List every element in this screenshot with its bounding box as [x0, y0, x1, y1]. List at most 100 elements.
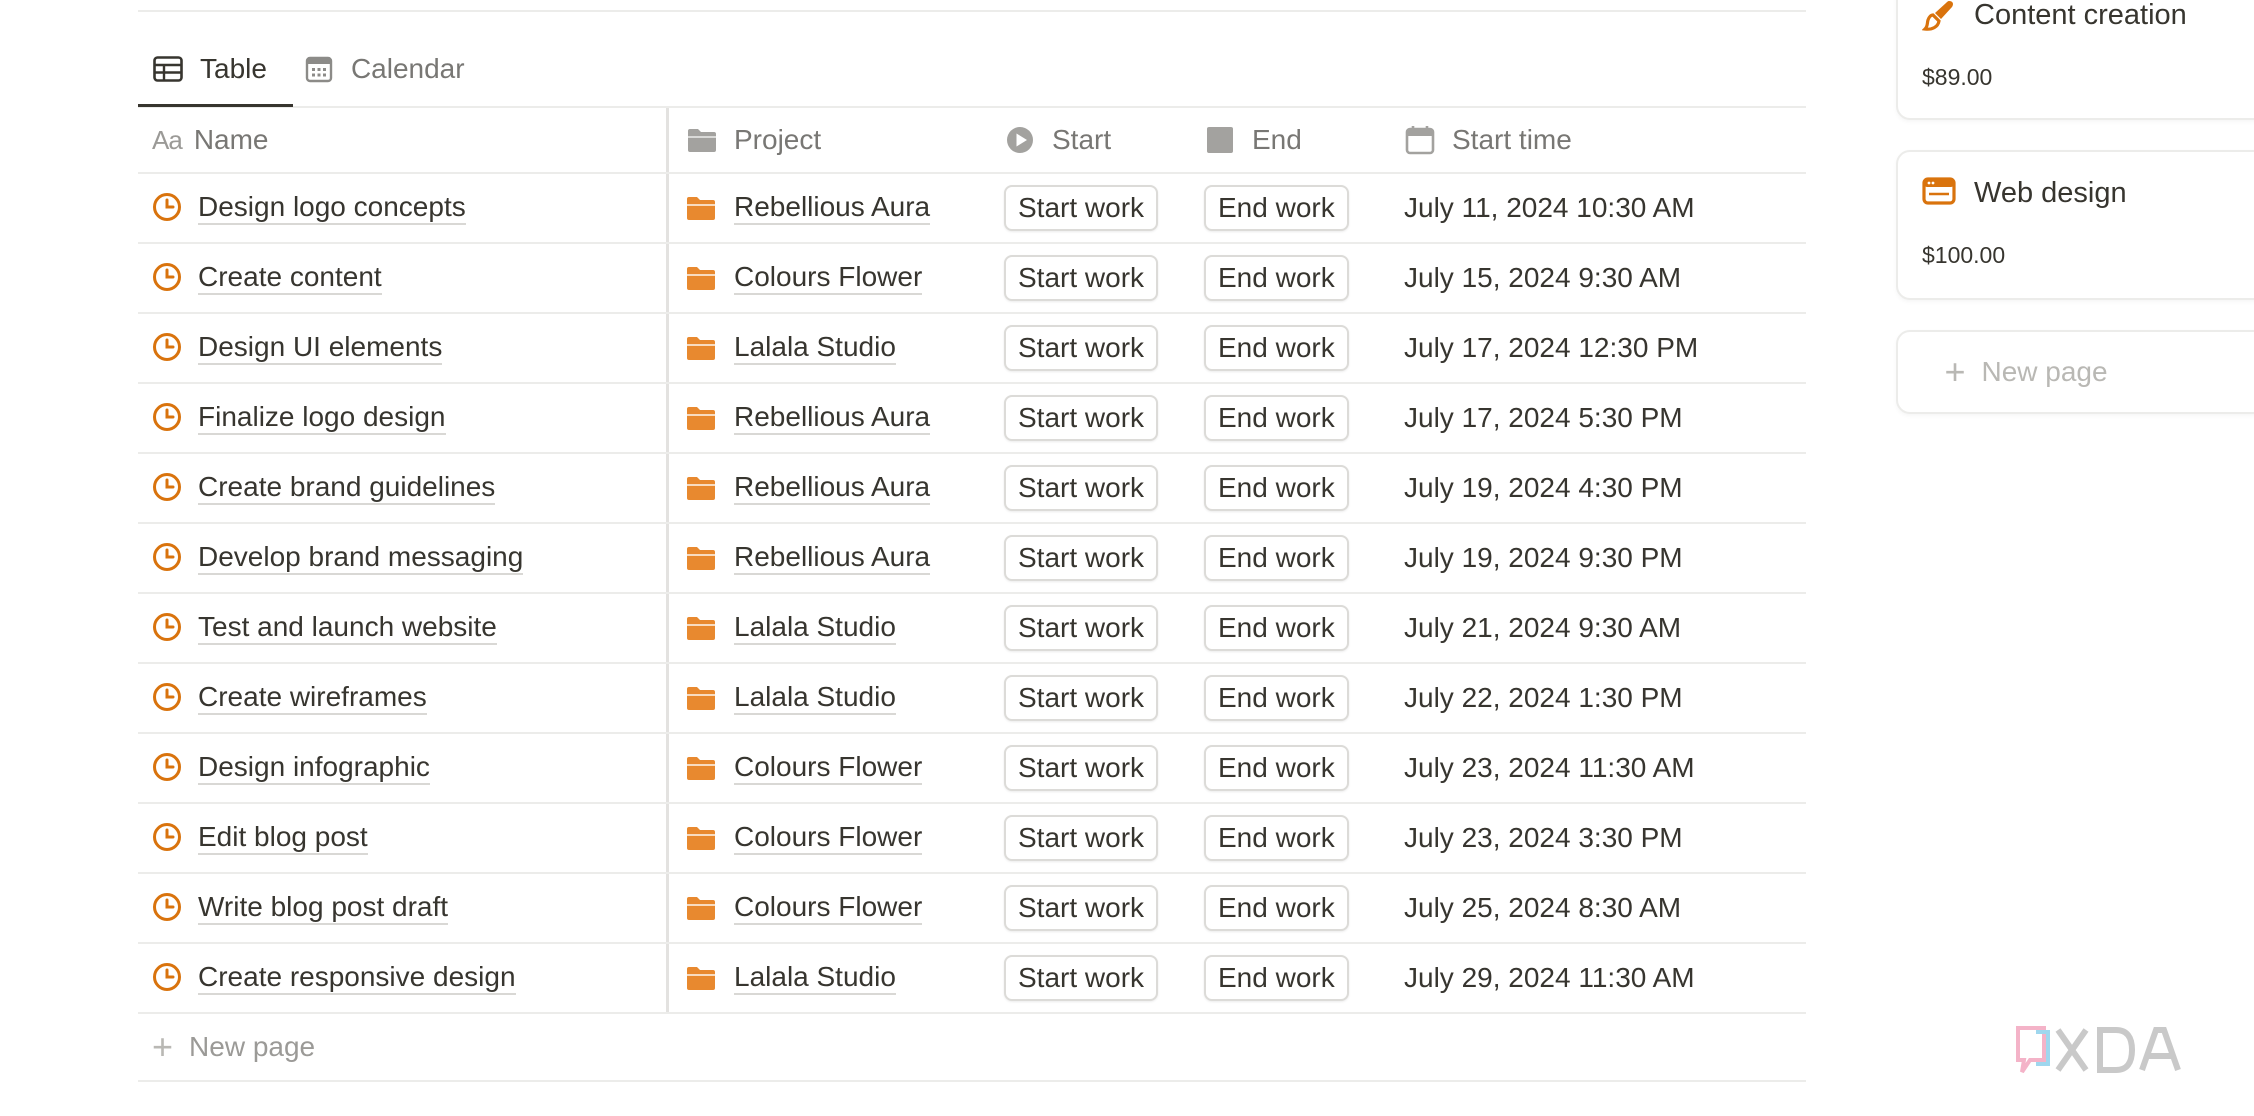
- end-work-button[interactable]: End work: [1204, 395, 1349, 441]
- start-work-button[interactable]: Start work: [1004, 325, 1159, 371]
- project-link[interactable]: Colours Flower: [734, 261, 923, 296]
- cell-project[interactable]: Rebellious Aura: [686, 174, 986, 242]
- end-work-button[interactable]: End work: [1204, 745, 1349, 791]
- start-work-button[interactable]: Start work: [1004, 885, 1159, 931]
- cell-name[interactable]: Write blog post draft: [138, 874, 668, 942]
- cell-start-time[interactable]: July 29, 2024 11:30 AM: [1404, 944, 1804, 1012]
- task-name[interactable]: Create content: [198, 261, 382, 296]
- project-link[interactable]: Lalala Studio: [734, 961, 896, 996]
- cell-project[interactable]: Colours Flower: [686, 244, 986, 312]
- table-row[interactable]: Design logo concepts Rebellious Aura Start…: [138, 174, 1806, 244]
- cell-start-time[interactable]: July 11, 2024 10:30 AM: [1404, 174, 1804, 242]
- board-new-page-button[interactable]: + New page: [1896, 330, 2254, 414]
- cell-project[interactable]: Lalala Studio: [686, 314, 986, 382]
- cell-name[interactable]: Develop brand messaging: [138, 524, 668, 592]
- cell-start-time[interactable]: July 19, 2024 9:30 PM: [1404, 524, 1804, 592]
- start-work-button[interactable]: Start work: [1004, 535, 1159, 581]
- cell-project[interactable]: Colours Flower: [686, 734, 986, 802]
- project-link[interactable]: Lalala Studio: [734, 681, 896, 716]
- column-header-start[interactable]: Start: [1004, 108, 1204, 172]
- start-work-button[interactable]: Start work: [1004, 605, 1159, 651]
- task-name[interactable]: Finalize logo design: [198, 401, 446, 436]
- board-card-web-design[interactable]: Web design $100.00: [1896, 150, 2254, 300]
- table-row[interactable]: Create responsive design Lalala Studio Sta…: [138, 944, 1806, 1014]
- cell-name[interactable]: Edit blog post: [138, 804, 668, 872]
- start-work-button[interactable]: Start work: [1004, 255, 1159, 301]
- table-row[interactable]: Develop brand messaging Rebellious Aura St…: [138, 524, 1806, 594]
- column-header-start-time[interactable]: Start time: [1404, 108, 1804, 172]
- table-row[interactable]: Create brand guidelines Rebellious Aura St…: [138, 454, 1806, 524]
- cell-start-time[interactable]: July 17, 2024 12:30 PM: [1404, 314, 1804, 382]
- start-work-button[interactable]: Start work: [1004, 675, 1159, 721]
- cell-start-time[interactable]: July 25, 2024 8:30 AM: [1404, 874, 1804, 942]
- table-row[interactable]: Create wireframes Lalala Studio Start work…: [138, 664, 1806, 734]
- table-new-page-button[interactable]: + New page: [138, 1014, 1806, 1082]
- table-row[interactable]: Write blog post draft Colours Flower Start…: [138, 874, 1806, 944]
- cell-project[interactable]: Rebellious Aura: [686, 384, 986, 452]
- cell-start-time[interactable]: July 17, 2024 5:30 PM: [1404, 384, 1804, 452]
- cell-project[interactable]: Lalala Studio: [686, 944, 986, 1012]
- task-name[interactable]: Design logo concepts: [198, 191, 466, 226]
- cell-project[interactable]: Colours Flower: [686, 874, 986, 942]
- end-work-button[interactable]: End work: [1204, 885, 1349, 931]
- start-work-button[interactable]: Start work: [1004, 185, 1159, 231]
- tab-table[interactable]: Table: [138, 44, 281, 94]
- table-row[interactable]: Create content Colours Flower Start work En…: [138, 244, 1806, 314]
- project-link[interactable]: Rebellious Aura: [734, 191, 931, 226]
- task-name[interactable]: Create wireframes: [198, 681, 427, 716]
- project-link[interactable]: Rebellious Aura: [734, 541, 931, 576]
- cell-name[interactable]: Create wireframes: [138, 664, 668, 732]
- cell-name[interactable]: Design UI elements: [138, 314, 668, 382]
- project-link[interactable]: Lalala Studio: [734, 611, 896, 646]
- project-link[interactable]: Rebellious Aura: [734, 471, 931, 506]
- start-work-button[interactable]: Start work: [1004, 465, 1159, 511]
- project-link[interactable]: Rebellious Aura: [734, 401, 931, 436]
- tab-calendar[interactable]: Calendar: [289, 44, 479, 94]
- end-work-button[interactable]: End work: [1204, 815, 1349, 861]
- task-name[interactable]: Create brand guidelines: [198, 471, 496, 506]
- cell-project[interactable]: Lalala Studio: [686, 664, 986, 732]
- start-work-button[interactable]: Start work: [1004, 955, 1159, 1001]
- task-name[interactable]: Edit blog post: [198, 821, 368, 856]
- project-link[interactable]: Lalala Studio: [734, 331, 896, 366]
- cell-name[interactable]: Finalize logo design: [138, 384, 668, 452]
- end-work-button[interactable]: End work: [1204, 465, 1349, 511]
- table-row[interactable]: Test and launch website Lalala Studio Star…: [138, 594, 1806, 664]
- cell-start-time[interactable]: July 22, 2024 1:30 PM: [1404, 664, 1804, 732]
- table-row[interactable]: Design infographic Colours Flower Start wo…: [138, 734, 1806, 804]
- cell-project[interactable]: Rebellious Aura: [686, 454, 986, 522]
- start-work-button[interactable]: Start work: [1004, 745, 1159, 791]
- cell-name[interactable]: Create content: [138, 244, 668, 312]
- task-name[interactable]: Develop brand messaging: [198, 541, 524, 576]
- table-row[interactable]: Finalize logo design Rebellious Aura Start…: [138, 384, 1806, 454]
- table-row[interactable]: Design UI elements Lalala Studio Start wor…: [138, 314, 1806, 384]
- cell-project[interactable]: Lalala Studio: [686, 594, 986, 662]
- end-work-button[interactable]: End work: [1204, 185, 1349, 231]
- end-work-button[interactable]: End work: [1204, 325, 1349, 371]
- cell-name[interactable]: Test and launch website: [138, 594, 668, 662]
- task-name[interactable]: Write blog post draft: [198, 891, 449, 926]
- table-row[interactable]: Edit blog post Colours Flower Start work En…: [138, 804, 1806, 874]
- cell-project[interactable]: Colours Flower: [686, 804, 986, 872]
- column-header-project[interactable]: Project: [686, 108, 986, 172]
- end-work-button[interactable]: End work: [1204, 675, 1349, 721]
- column-header-end[interactable]: End: [1204, 108, 1404, 172]
- cell-start-time[interactable]: July 23, 2024 11:30 AM: [1404, 734, 1804, 802]
- board-card-content-creation[interactable]: Content creation $89.00: [1896, 0, 2254, 120]
- cell-start-time[interactable]: July 19, 2024 4:30 PM: [1404, 454, 1804, 522]
- cell-name[interactable]: Design logo concepts: [138, 174, 668, 242]
- end-work-button[interactable]: End work: [1204, 955, 1349, 1001]
- start-work-button[interactable]: Start work: [1004, 395, 1159, 441]
- cell-project[interactable]: Rebellious Aura: [686, 524, 986, 592]
- project-link[interactable]: Colours Flower: [734, 751, 923, 786]
- project-link[interactable]: Colours Flower: [734, 891, 923, 926]
- end-work-button[interactable]: End work: [1204, 255, 1349, 301]
- cell-start-time[interactable]: July 21, 2024 9:30 AM: [1404, 594, 1804, 662]
- task-name[interactable]: Design infographic: [198, 751, 430, 786]
- project-link[interactable]: Colours Flower: [734, 821, 923, 856]
- column-header-name[interactable]: Aa Name: [138, 108, 668, 172]
- end-work-button[interactable]: End work: [1204, 605, 1349, 651]
- end-work-button[interactable]: End work: [1204, 535, 1349, 581]
- cell-name[interactable]: Design infographic: [138, 734, 668, 802]
- cell-name[interactable]: Create brand guidelines: [138, 454, 668, 522]
